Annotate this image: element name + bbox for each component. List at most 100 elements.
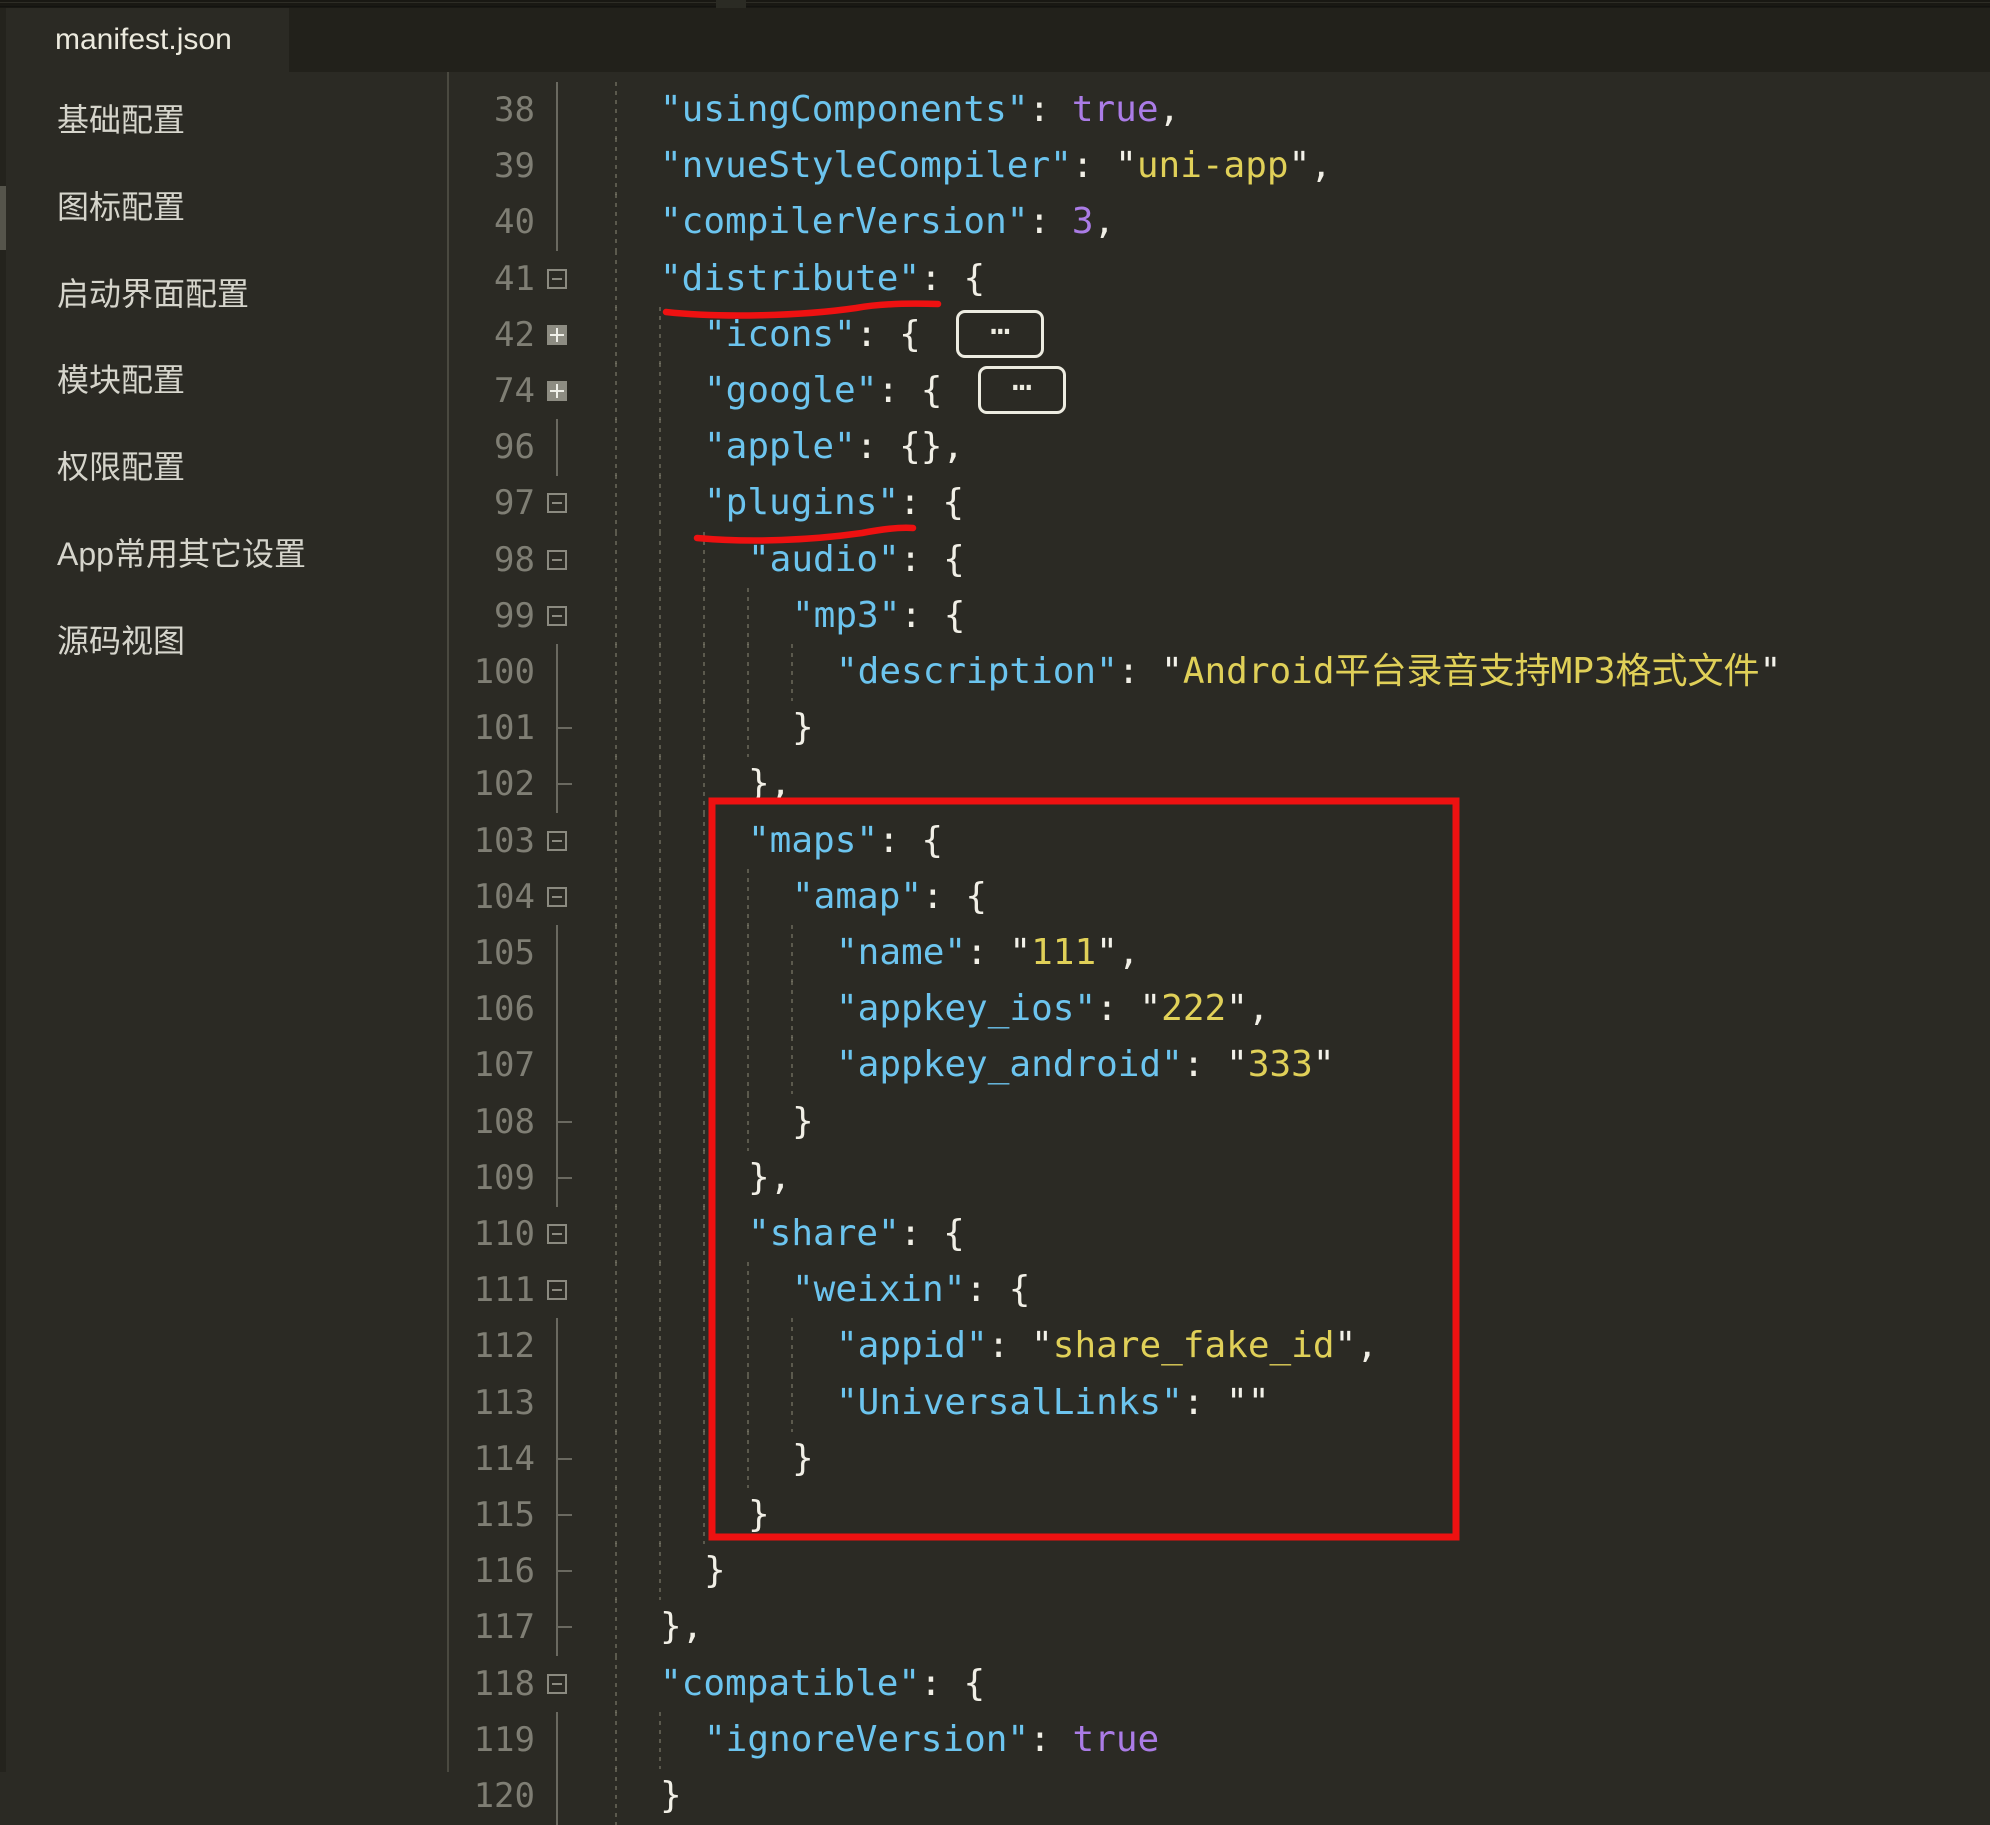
token-pun: : <box>988 1325 1031 1366</box>
token-pun: : { <box>899 482 964 523</box>
line-number: 114 <box>430 1431 535 1488</box>
token-key: "audio" <box>748 539 900 580</box>
indent-guide <box>747 1094 749 1151</box>
indent-guide <box>659 981 661 1038</box>
code-line-111: 111"weixin": { <box>449 1262 1990 1319</box>
line-number: 116 <box>430 1543 535 1600</box>
indent-guide <box>615 813 617 870</box>
indent-guide <box>703 1150 705 1207</box>
code-line-74: 74"google": { ⋯ <box>449 363 1990 420</box>
sidebar-item-1[interactable]: 图标配置 <box>57 185 185 229</box>
indent-guide <box>659 1431 661 1488</box>
token-pun: } <box>748 1494 770 1535</box>
code-text: "share": { <box>748 1206 965 1263</box>
indent-guide <box>615 251 617 308</box>
code-line-114: 114} <box>449 1431 1990 1488</box>
line-number: 118 <box>430 1656 535 1713</box>
line-number: 98 <box>430 532 535 589</box>
fold-scope-line <box>556 644 558 701</box>
code-line-106: 106"appkey_ios": "222", <box>449 981 1990 1038</box>
token-key: "plugins" <box>704 482 899 523</box>
indent-guide <box>659 1318 661 1375</box>
code-line-100: 100"description": "Android平台录音支持MP3格式文件" <box>449 644 1990 701</box>
indent-guide <box>615 1543 617 1600</box>
code-line-102: 102}, <box>449 756 1990 813</box>
line-number: 40 <box>430 194 535 251</box>
sidebar-item-4[interactable]: 权限配置 <box>57 445 185 489</box>
code-text: "distribute": { <box>660 251 985 308</box>
indent-guide <box>703 588 705 645</box>
indent-guide <box>791 925 793 982</box>
tab-manifest-json[interactable]: manifest.json <box>5 8 289 72</box>
fold-collapse-icon[interactable] <box>547 550 567 570</box>
code-line-109: 109}, <box>449 1150 1990 1207</box>
indent-guide <box>703 869 705 926</box>
token-key: "name" <box>836 932 966 973</box>
fold-collapse-icon[interactable] <box>547 269 567 289</box>
token-q: " <box>1139 988 1161 1029</box>
code-line-99: 99"mp3": { <box>449 588 1990 645</box>
indent-guide <box>615 1037 617 1094</box>
token-pun: }, <box>748 1157 791 1198</box>
token-pun: }, <box>660 1606 703 1647</box>
sidebar-item-source-view[interactable]: 源码视图 <box>57 619 185 663</box>
indent-guide <box>615 588 617 645</box>
fold-scope-line <box>556 419 558 476</box>
fold-end-tick <box>558 1121 572 1123</box>
line-number: 96 <box>430 419 535 476</box>
indent-guide <box>747 588 749 645</box>
fold-collapse-icon[interactable] <box>547 887 567 907</box>
line-number: 109 <box>430 1150 535 1207</box>
indent-guide <box>615 138 617 195</box>
window-top-strip <box>0 0 1990 8</box>
collapsed-ellipsis-button[interactable]: ⋯ <box>978 366 1066 414</box>
fold-collapse-icon[interactable] <box>547 493 567 513</box>
token-pun: : <box>1029 1719 1072 1760</box>
fold-collapse-icon[interactable] <box>547 831 567 851</box>
line-number: 41 <box>430 251 535 308</box>
fold-collapse-icon[interactable] <box>547 1280 567 1300</box>
indent-guide <box>615 925 617 982</box>
code-line-96: 96"apple": {}, <box>449 419 1990 476</box>
code-text: "appkey_android": "333" <box>836 1037 1335 1094</box>
token-kw: true <box>1072 1719 1159 1760</box>
indent-guide <box>659 1712 661 1769</box>
line-number: 39 <box>430 138 535 195</box>
code-line-107: 107"appkey_android": "333" <box>449 1037 1990 1094</box>
fold-expand-icon[interactable] <box>547 325 567 345</box>
token-pun: : <box>1028 89 1071 130</box>
indent-guide <box>615 1431 617 1488</box>
indent-guide <box>703 925 705 982</box>
fold-collapse-icon[interactable] <box>547 1224 567 1244</box>
code-text: "weixin": { <box>792 1262 1030 1319</box>
indent-guide <box>615 1375 617 1432</box>
line-number: 112 <box>430 1318 535 1375</box>
fold-expand-icon[interactable] <box>547 381 567 401</box>
sidebar-item-0[interactable]: 基础配置 <box>57 98 185 142</box>
line-number: 105 <box>430 925 535 982</box>
line-number: 113 <box>430 1375 535 1432</box>
token-key: "appkey_ios" <box>836 988 1096 1029</box>
token-key: "distribute" <box>660 258 920 299</box>
code-text: "compatible": { <box>660 1656 985 1713</box>
line-number: 111 <box>430 1262 535 1319</box>
json-source-editor[interactable]: 38"usingComponents": true,39"nvueStyleCo… <box>449 72 1990 1772</box>
token-q: " <box>1335 1325 1357 1366</box>
sidebar-item-3[interactable]: 模块配置 <box>57 358 185 402</box>
line-number: 119 <box>430 1712 535 1769</box>
indent-guide <box>615 1712 617 1769</box>
code-line-42: 42"icons": { ⋯ <box>449 307 1990 364</box>
sidebar-item-5[interactable]: App常用其它设置 <box>57 532 306 576</box>
token-pun: } <box>704 1550 726 1591</box>
collapsed-ellipsis-button[interactable]: ⋯ <box>956 310 1044 358</box>
indent-guide <box>615 869 617 926</box>
fold-collapse-icon[interactable] <box>547 606 567 626</box>
fold-collapse-icon[interactable] <box>547 1674 567 1694</box>
token-pun: } <box>792 707 814 748</box>
code-line-118: 118"compatible": { <box>449 1656 1990 1713</box>
code-text: "mp3": { <box>792 588 965 645</box>
token-pun: : { <box>922 876 987 917</box>
sidebar-item-2[interactable]: 启动界面配置 <box>57 272 249 316</box>
line-number: 120 <box>430 1768 535 1825</box>
indent-guide <box>703 532 705 589</box>
